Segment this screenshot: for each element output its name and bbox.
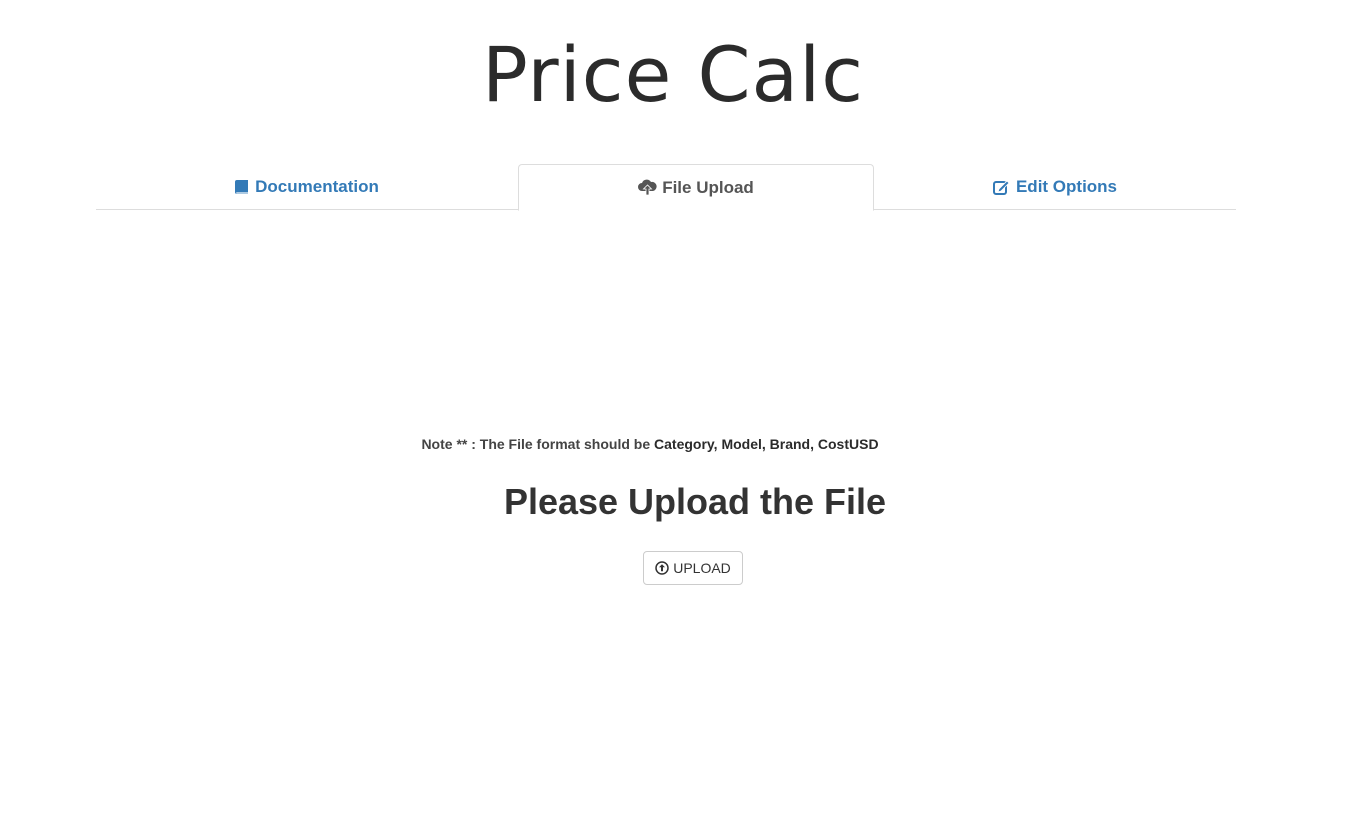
tab-file-upload[interactable]: File Upload xyxy=(518,164,874,211)
tab-documentation-label: Documentation xyxy=(255,177,379,196)
tab-file-upload-label: File Upload xyxy=(662,177,754,197)
note-prefix: Note ** : The File format should be xyxy=(421,436,655,452)
tab-bar: Documentation File Upload Edit Options xyxy=(96,164,1236,211)
page: Price Calc Documentation File Upload Edi… xyxy=(0,0,1346,837)
tab-edit-options-label: Edit Options xyxy=(1015,177,1118,196)
circle-arrow-up-icon xyxy=(655,561,669,575)
upload-heading: Please Upload the File xyxy=(503,481,887,522)
edit-icon xyxy=(992,179,1011,196)
upload-button[interactable]: UPLOAD xyxy=(643,551,743,585)
book-icon xyxy=(235,179,250,196)
tab-edit-options[interactable]: Edit Options xyxy=(874,164,1236,210)
file-format-note: Note ** : The File format should be Cate… xyxy=(0,436,1300,452)
note-format: Category, Model, Brand, CostUSD xyxy=(654,436,879,452)
cloud-upload-icon xyxy=(638,179,657,196)
tab-documentation[interactable]: Documentation xyxy=(96,164,518,210)
app-title: Price Calc xyxy=(481,30,865,119)
upload-button-label: UPLOAD xyxy=(673,560,731,576)
